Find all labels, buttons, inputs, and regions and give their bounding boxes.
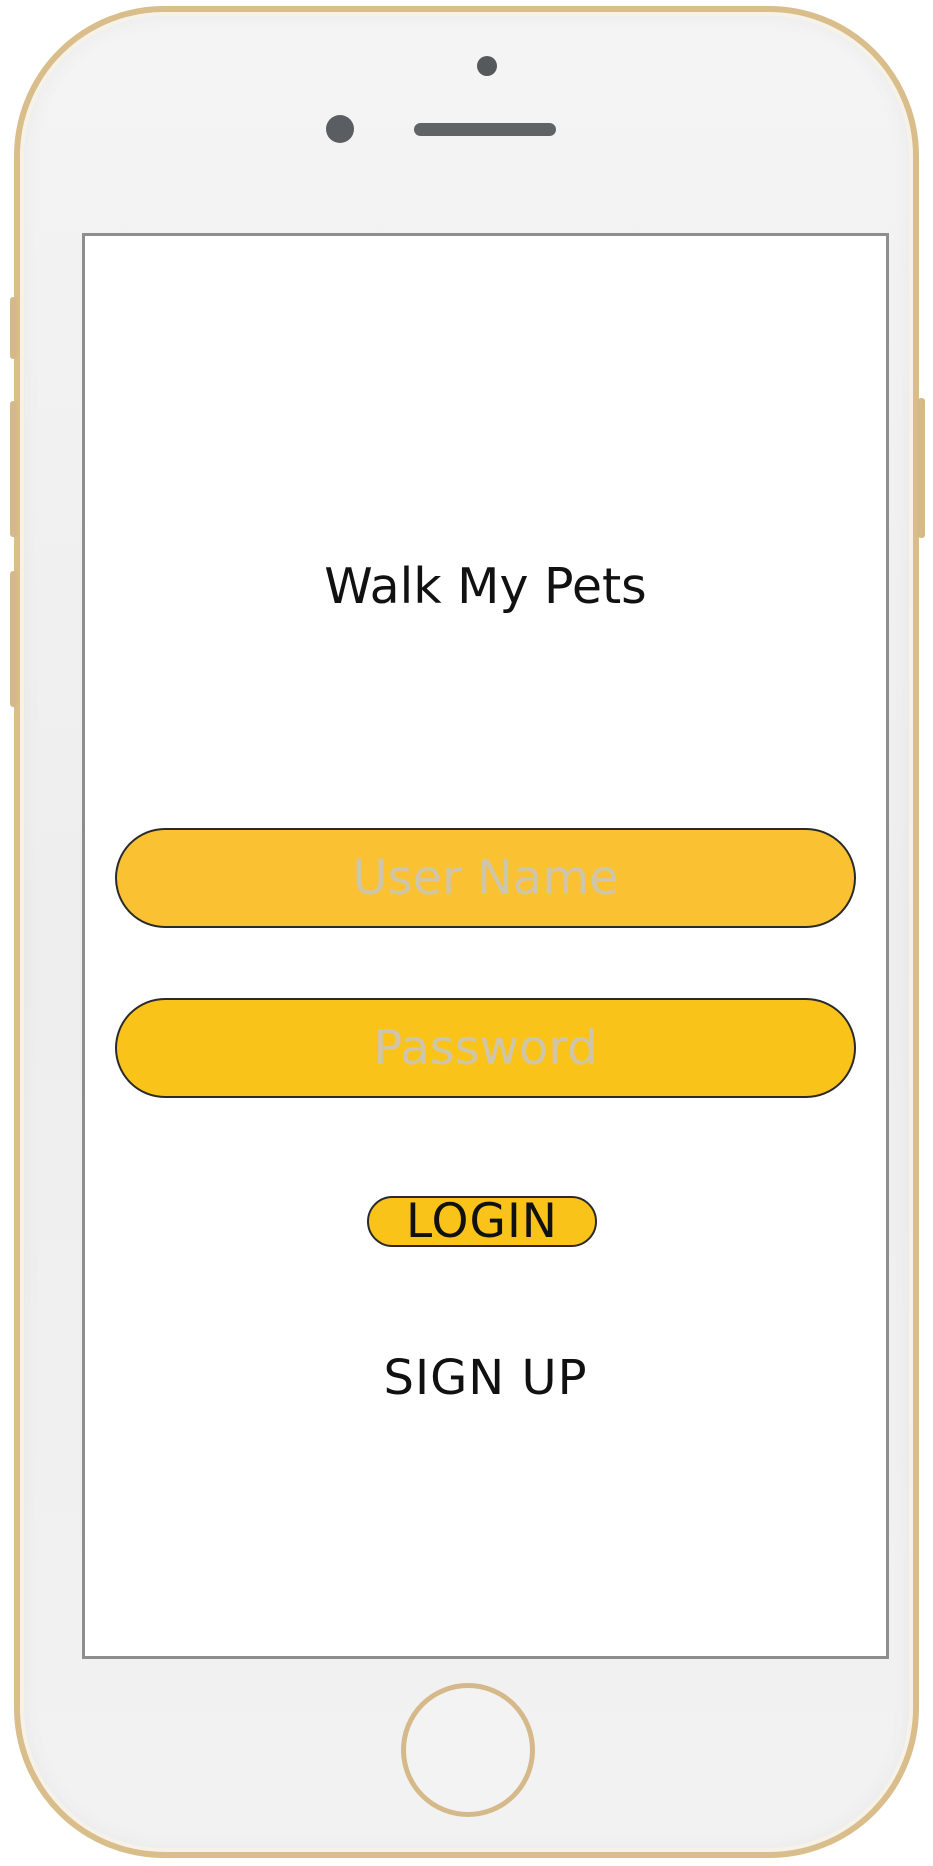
camera-icon — [477, 56, 497, 76]
password-field[interactable]: Password — [115, 998, 856, 1098]
username-placeholder: User Name — [352, 850, 619, 906]
app-title: Walk My Pets — [324, 558, 647, 615]
volume-down-button[interactable] — [10, 571, 17, 707]
app-screen: Walk My Pets User Name Password LOGIN SI… — [82, 233, 889, 1659]
phone-frame: Walk My Pets User Name Password LOGIN SI… — [14, 6, 919, 1858]
signup-link[interactable]: SIGN UP — [85, 1350, 886, 1406]
mute-switch[interactable] — [10, 297, 17, 359]
login-button[interactable]: LOGIN — [367, 1194, 597, 1249]
username-field[interactable]: User Name — [115, 828, 856, 928]
power-button[interactable] — [918, 398, 925, 538]
home-button[interactable] — [401, 1683, 535, 1817]
login-button-label: LOGIN — [406, 1194, 558, 1249]
volume-up-button[interactable] — [10, 401, 17, 537]
front-sensor-icon — [326, 115, 354, 143]
speaker-icon — [414, 123, 556, 136]
password-placeholder: Password — [373, 1020, 598, 1076]
